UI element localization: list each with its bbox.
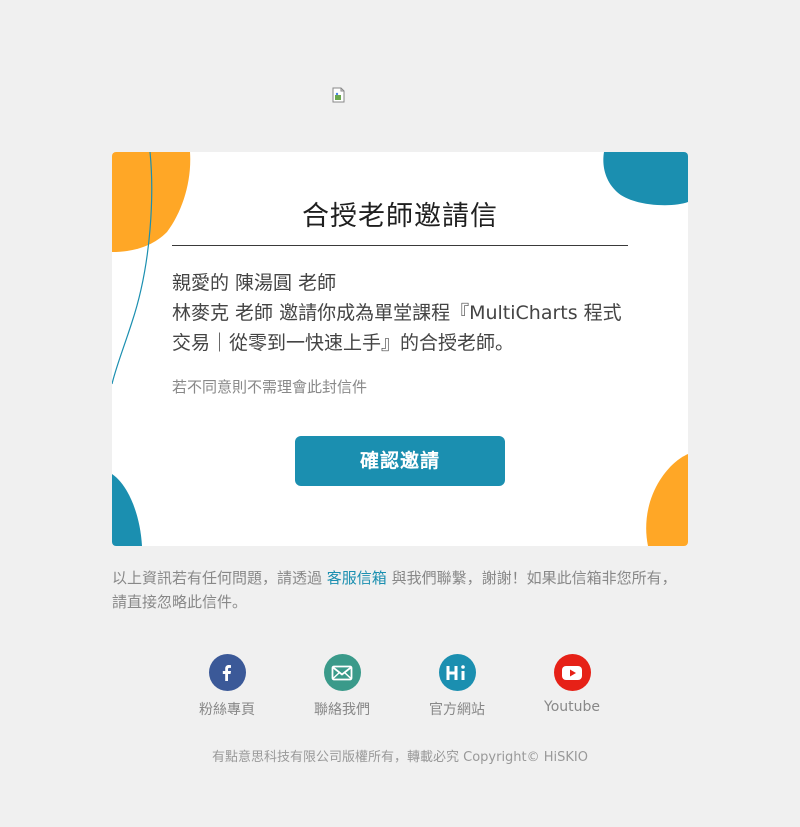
social-label: Youtube (544, 699, 600, 715)
social-youtube-link[interactable]: Youtube (527, 654, 617, 715)
social-contact-link[interactable]: 聯絡我們 (297, 654, 387, 719)
page-title: 合授老師邀請信 (302, 201, 498, 232)
social-facebook-link[interactable]: 粉絲專頁 (182, 654, 272, 719)
mail-icon (323, 654, 361, 691)
support-email-link[interactable]: 客服信箱 (327, 569, 387, 587)
copyright-text: 有點意思科技有限公司版權所有，轉載必究 Copyright© HiSKIO (211, 750, 589, 765)
confirm-invitation-button[interactable]: 確認邀請 (295, 436, 505, 486)
social-label: 官方網站 (429, 702, 485, 718)
hi-icon (438, 654, 476, 691)
footer-text-before: 以上資訊若有任何問題，請透過 (112, 569, 327, 587)
social-website-link[interactable]: 官方網站 (412, 654, 502, 719)
logo-broken-image-icon (332, 87, 345, 103)
social-label: 聯絡我們 (314, 702, 370, 718)
decline-note: 若不同意則不需理會此封信件 (172, 378, 368, 396)
invite-message: 林麥克 老師 邀請你成為單堂課程『MultiCharts 程式交易｜從零到一快速… (172, 302, 622, 354)
footer-message: 以上資訊若有任何問題，請透過 客服信箱 與我們聯繫，謝謝！如果此信箱非您所有，請… (112, 566, 688, 614)
facebook-icon (208, 654, 246, 691)
social-label: 粉絲專頁 (199, 702, 255, 718)
greeting-text: 親愛的 陳湯圓 老師 (172, 272, 337, 294)
title-divider (172, 245, 628, 246)
invitation-card: 合授老師邀請信 親愛的 陳湯圓 老師 林麥克 老師 邀請你成為單堂課程『Mult… (112, 152, 688, 546)
youtube-icon (553, 654, 591, 691)
